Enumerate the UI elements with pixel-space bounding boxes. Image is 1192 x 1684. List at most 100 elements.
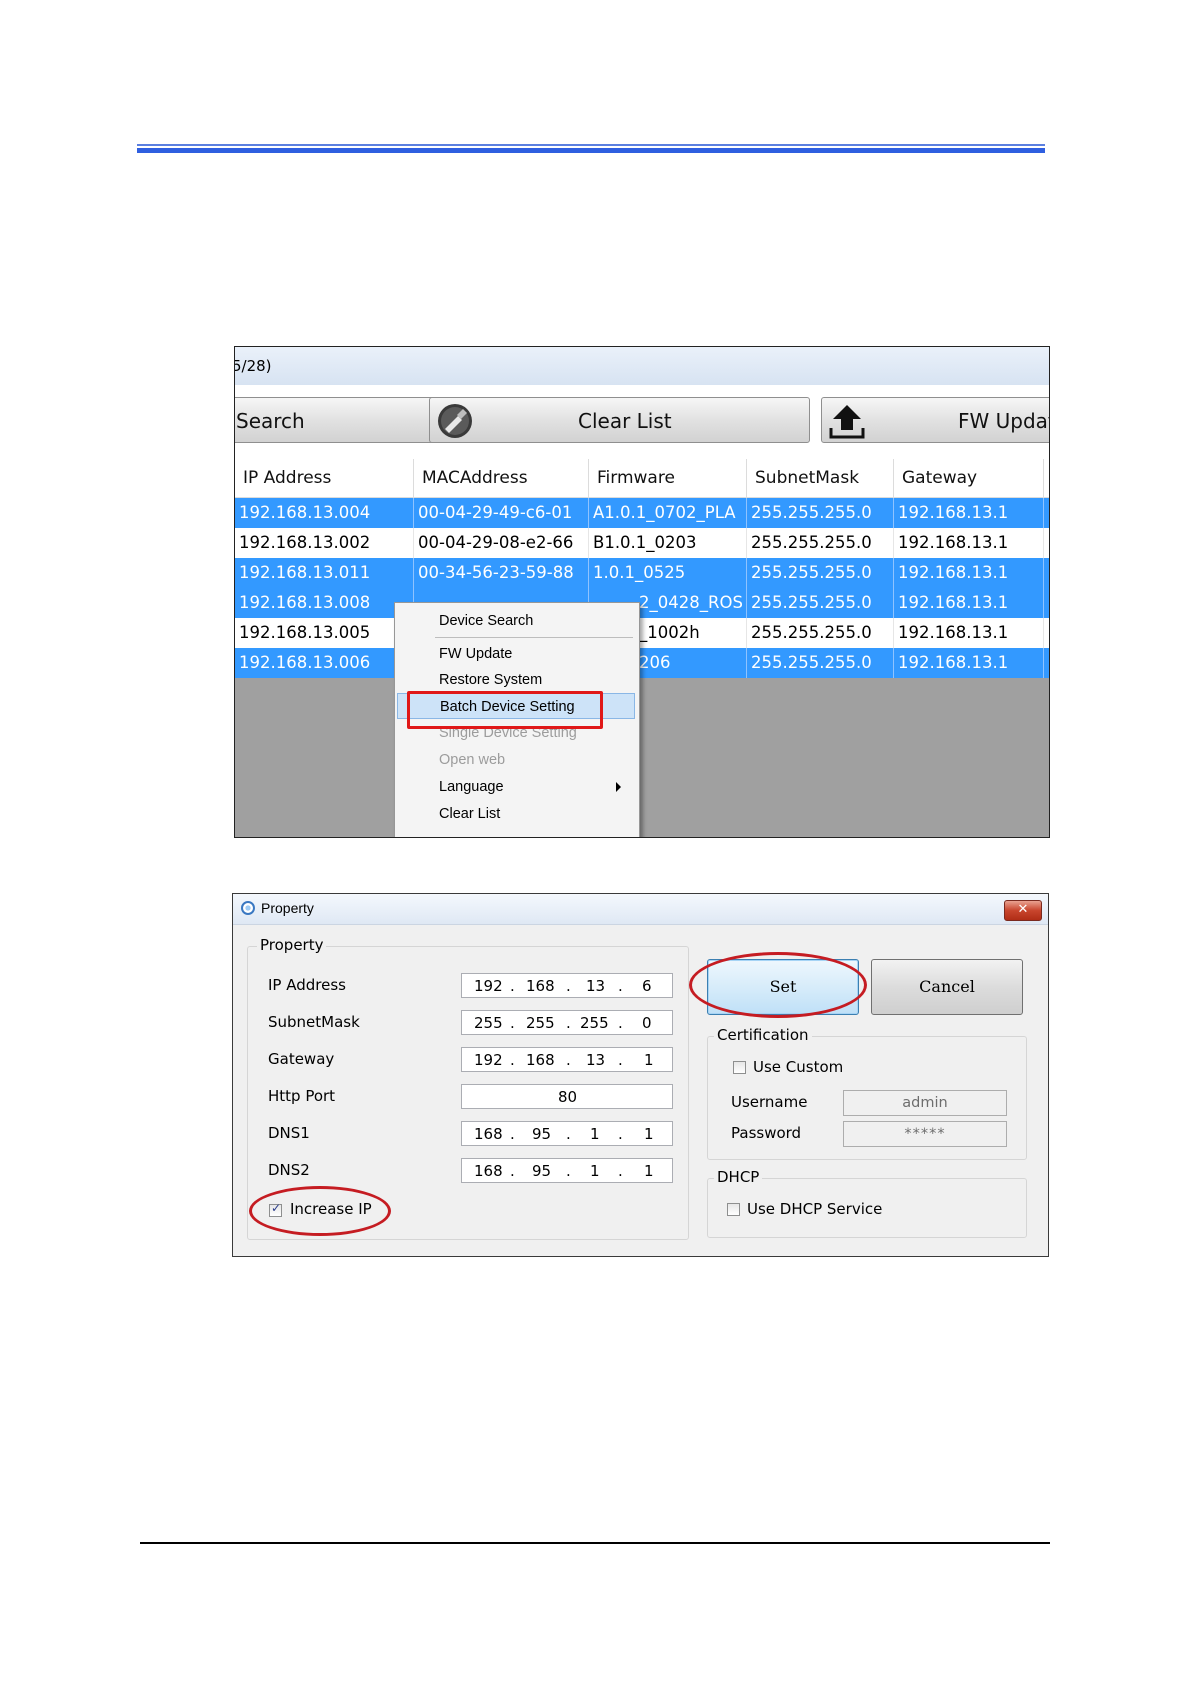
ip-octet: 168: [526, 1051, 555, 1069]
column-header-subnetmask[interactable]: SubnetMask: [747, 459, 894, 497]
username-label: Username: [731, 1093, 808, 1111]
ip-octet: 1: [644, 1051, 654, 1069]
menu-item-fw-update[interactable]: FW Update: [397, 641, 635, 667]
cancel-button[interactable]: Cancel: [871, 959, 1023, 1015]
cell-firmware: B1.0.1_0203: [589, 528, 747, 558]
cell-subnetmask: 255.255.255.0: [747, 528, 894, 558]
cell-gateway: 192.168.13.1: [894, 618, 1044, 648]
subnetmask-input[interactable]: 255 . 255 . 255 . 0: [461, 1010, 673, 1035]
annotation-highlight-box: [407, 691, 603, 729]
cell-firmware: 1.0.1_0525: [589, 558, 747, 588]
table-row[interactable]: 192.168.13.011 00-34-56-23-59-88 1.0.1_0…: [235, 558, 1049, 588]
ip-octet: 168: [474, 1162, 503, 1180]
header-rule-thin: [137, 144, 1045, 146]
fw-update-button-label: FW Update: [958, 409, 1049, 433]
menu-item-language-label: Language: [439, 779, 504, 795]
ip-address-input[interactable]: 192 . 168 . 13 . 6: [461, 973, 673, 998]
cell-subnetmask: 255.255.255.0: [747, 648, 894, 678]
ip-dot: .: [510, 977, 515, 995]
search-button-label: Search: [236, 409, 305, 433]
column-header-firmware[interactable]: Firmware: [589, 459, 747, 497]
cell-mac: 00-04-29-49-c6-01: [414, 498, 589, 528]
ip-dot: .: [566, 1125, 571, 1143]
clear-list-button[interactable]: Clear List: [429, 397, 810, 443]
use-dhcp-label: Use DHCP Service: [747, 1200, 883, 1218]
table-row[interactable]: 192.168.13.008 2_0428_ROS 255.255.255.0 …: [235, 588, 1049, 618]
http-port-label: Http Port: [268, 1087, 336, 1105]
ip-dot: .: [510, 1125, 515, 1143]
column-header-gateway[interactable]: Gateway: [894, 459, 1044, 497]
table-row[interactable]: 192.168.13.006 206 255.255.255.0 192.168…: [235, 648, 1049, 678]
cell-gateway: 192.168.13.1: [894, 648, 1044, 678]
dialog-title-bar: Property ✕: [233, 894, 1048, 925]
table-row[interactable]: 192.168.13.002 00-04-29-08-e2-66 B1.0.1_…: [235, 528, 1049, 558]
gateway-input[interactable]: 192 . 168 . 13 . 1: [461, 1047, 673, 1072]
dialog-title: Property: [261, 900, 314, 916]
ip-dot: .: [618, 1014, 623, 1032]
toolbar: Search Clear List FW Update: [235, 385, 1049, 459]
property-dialog: Property ✕ Property IP Address 192 . 168…: [232, 893, 1049, 1257]
menu-item-restore-system[interactable]: Restore System: [397, 667, 635, 693]
window-title-bar: 5/28): [235, 347, 1049, 386]
password-label: Password: [731, 1124, 802, 1142]
use-custom-label: Use Custom: [753, 1058, 844, 1076]
cell-subnetmask: 255.255.255.0: [747, 498, 894, 528]
ip-address-label: IP Address: [268, 976, 346, 994]
ip-octet: 168: [474, 1125, 503, 1143]
use-dhcp-checkbox[interactable]: [727, 1203, 740, 1216]
cell-gateway: 192.168.13.1: [894, 498, 1044, 528]
table-row[interactable]: 192.168.13.005 _1002h 255.255.255.0 192.…: [235, 618, 1049, 648]
ip-dot: .: [618, 1051, 623, 1069]
cell-ip: 192.168.13.002: [235, 528, 414, 558]
ip-dot: .: [618, 977, 623, 995]
ip-dot: .: [566, 1162, 571, 1180]
dns2-input[interactable]: 168 . 95 . 1 . 1: [461, 1158, 673, 1183]
table-row[interactable]: 192.168.13.004 00-04-29-49-c6-01 A1.0.1_…: [235, 498, 1049, 528]
cell-firmware: A1.0.1_0702_PLA: [589, 498, 747, 528]
ip-dot: .: [566, 1014, 571, 1032]
cell-subnetmask: 255.255.255.0: [747, 588, 894, 618]
ip-octet: 1: [590, 1125, 600, 1143]
column-header-mac[interactable]: MACAddress: [414, 459, 589, 497]
annotation-circle: [249, 1186, 391, 1236]
menu-item-language[interactable]: Language: [397, 774, 635, 800]
use-custom-checkbox[interactable]: [733, 1061, 746, 1074]
cell-ip: 192.168.13.004: [235, 498, 414, 528]
ip-octet: 6: [642, 977, 652, 995]
menu-item-device-search[interactable]: Device Search: [397, 608, 635, 634]
ip-octet: 168: [526, 977, 555, 995]
menu-item-clear-list[interactable]: Clear List: [397, 801, 635, 827]
cell-gateway: 192.168.13.1: [894, 558, 1044, 588]
device-list-screenshot: 5/28) Search Clear List FW Update IP Add…: [234, 346, 1050, 838]
ip-octet: 1: [590, 1162, 600, 1180]
cell-ip: 192.168.13.005: [235, 618, 414, 648]
annotation-circle: [689, 952, 867, 1018]
cell-ip: 192.168.13.011: [235, 558, 414, 588]
footer-rule: [140, 1542, 1050, 1544]
ip-dot: .: [510, 1051, 515, 1069]
dns1-input[interactable]: 168 . 95 . 1 . 1: [461, 1121, 673, 1146]
table-header: IP Address MACAddress Firmware SubnetMas…: [235, 459, 1049, 498]
cell-ip: 192.168.13.006: [235, 648, 414, 678]
ip-dot: .: [618, 1162, 623, 1180]
fw-update-button[interactable]: FW Update: [821, 397, 1049, 443]
ip-octet: 0: [642, 1014, 652, 1032]
column-header-ip[interactable]: IP Address: [235, 459, 414, 497]
ip-dot: .: [566, 977, 571, 995]
ip-octet: 13: [586, 977, 606, 995]
dhcp-group-label: DHCP: [714, 1168, 763, 1186]
menu-item-open-web: Open web: [439, 752, 506, 768]
ip-octet: 1: [644, 1162, 654, 1180]
http-port-input[interactable]: 80: [461, 1084, 673, 1109]
ip-octet: 95: [532, 1162, 552, 1180]
cell-subnetmask: 255.255.255.0: [747, 618, 894, 648]
ip-octet: 13: [586, 1051, 606, 1069]
menu-separator: [435, 637, 633, 638]
gateway-label: Gateway: [268, 1050, 335, 1068]
password-input[interactable]: *****: [843, 1121, 1007, 1147]
close-button[interactable]: ✕: [1004, 900, 1042, 921]
cell-mac: 00-34-56-23-59-88: [414, 558, 589, 588]
username-input[interactable]: admin: [843, 1090, 1007, 1116]
subnetmask-label: SubnetMask: [268, 1013, 360, 1031]
dns2-label: DNS2: [268, 1161, 310, 1179]
